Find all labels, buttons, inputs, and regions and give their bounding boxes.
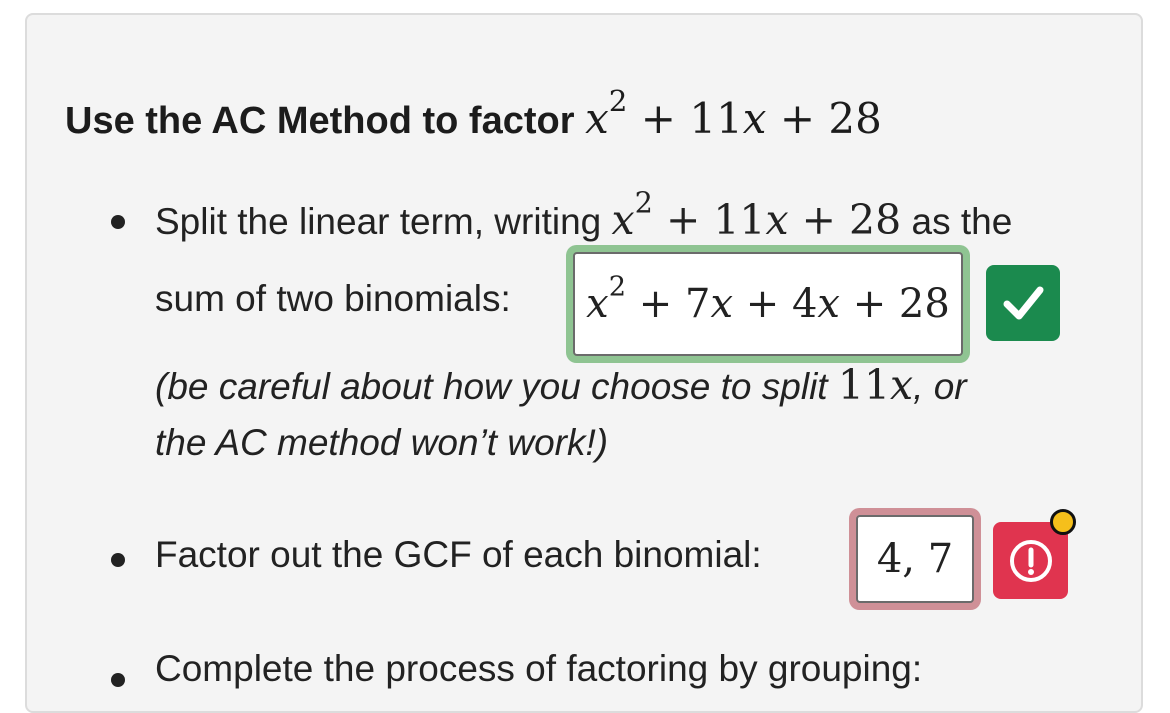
title-prefix: Use the AC Method to factor [65, 100, 575, 142]
step-1-hint-before: (be careful about how you choose to spli… [155, 366, 828, 407]
bullet-step-1 [111, 215, 125, 229]
step-1-line-2-label: sum of two binomials: [155, 278, 511, 319]
step-1-answer-field[interactable]: x2 + 7x + 4x + 28 [573, 252, 963, 356]
step-1-hint-after: , or [913, 366, 967, 407]
step-1-expression: x2 + 11x + 28 [611, 185, 902, 244]
title-expression: x2 + 11x + 28 [585, 83, 882, 143]
bullet-step-3 [111, 673, 125, 687]
step-1-text-before: Split the linear term, writing [155, 201, 602, 242]
step-1-hint-line-2: the AC method won’t work!) [155, 422, 609, 463]
step-2-text: Factor out the GCF of each binomial: [155, 534, 762, 575]
notification-dot[interactable] [1050, 509, 1076, 535]
step-1-hint-line-1: (be careful about how you choose to spli… [155, 361, 967, 409]
step-3-text: Complete the process of factoring by gro… [155, 648, 923, 689]
exclamation-circle-icon [1009, 539, 1052, 582]
step-2-answer-field[interactable]: 4, 7 [856, 515, 974, 603]
step-1-hint-term: 11x [837, 361, 914, 409]
step-1-answer-value: x2 + 7x + 4x + 28 [586, 271, 950, 327]
step-1-correct-badge[interactable] [986, 265, 1060, 341]
step-1-text-after: as the [911, 201, 1013, 242]
step-2-answer-value: 4, 7 [876, 536, 954, 582]
check-icon [1003, 286, 1044, 320]
bullet-step-2 [111, 553, 125, 567]
problem-title: Use the AC Method to factor x2 + 11x + 2… [65, 83, 882, 143]
step-1-line-1: Split the linear term, writing x2 + 11x … [155, 185, 1013, 244]
